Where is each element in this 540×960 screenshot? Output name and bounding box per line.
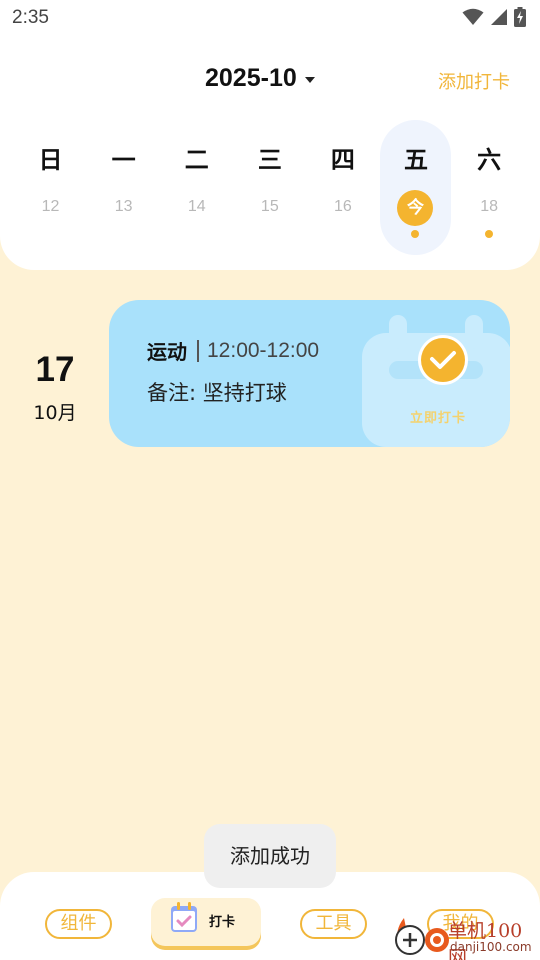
separator — [197, 339, 199, 362]
weekday-label: 三 — [257, 146, 282, 174]
day-number: 12 — [41, 198, 60, 215]
nav-checkin-label: 打卡 — [209, 915, 236, 930]
caret-down-icon — [304, 76, 315, 83]
weekday-label: 六 — [477, 146, 502, 174]
nav-widgets[interactable]: 组件 — [45, 909, 112, 939]
weekday-label: 日 — [38, 146, 63, 174]
watermark: 单机100网 danji100.com — [390, 912, 540, 960]
today-badge: 今 — [397, 190, 434, 226]
nav-checkin[interactable]: 打卡 — [151, 898, 261, 946]
weekday-label: 四 — [330, 146, 355, 174]
checkin-now-button[interactable]: 立即打卡 — [362, 313, 510, 447]
day-sat[interactable]: 六 18 — [453, 120, 526, 255]
event-type: 运动 — [147, 340, 187, 364]
status-bar: 2:35 — [0, 0, 540, 38]
event-title-row: 运动 12:00-12:00 — [147, 336, 319, 365]
day-number: 16 — [334, 198, 352, 215]
checkin-now-label: 立即打卡 — [410, 411, 467, 426]
selected-day: 17 — [35, 350, 75, 389]
status-icons — [462, 7, 526, 27]
month-selector[interactable]: 2025-10 — [205, 64, 315, 93]
status-time: 2:35 — [12, 7, 49, 28]
nav-tools[interactable]: 工具 — [300, 909, 367, 939]
event-time: 12:00-12:00 — [207, 338, 320, 362]
weekday-label: 一 — [111, 146, 136, 174]
day-thu[interactable]: 四 16 — [306, 120, 379, 255]
day-mon[interactable]: 一 13 — [87, 120, 160, 255]
weekday-label: 二 — [184, 146, 209, 174]
day-sun[interactable]: 日 12 — [14, 120, 87, 255]
event-dot — [484, 230, 493, 238]
battery-charging-icon — [514, 7, 526, 27]
weekday-label: 五 — [404, 146, 429, 174]
week-strip: 日 12 一 13 二 14 三 15 四 16 五 今 六 18 — [14, 120, 526, 255]
day-number: 18 — [480, 198, 498, 215]
day-number: 13 — [114, 198, 133, 215]
selected-month: 10月 — [33, 402, 77, 424]
watermark-logo-icon — [395, 918, 449, 955]
event-note: 备注: 坚持打球 — [147, 381, 287, 405]
add-checkin-button[interactable]: 添加打卡 — [438, 68, 510, 94]
calendar-icon — [171, 902, 197, 932]
event-dot — [411, 230, 420, 238]
calendar-check-icon — [362, 315, 510, 447]
day-fri-selected[interactable]: 五 今 — [379, 120, 452, 255]
wifi-icon — [462, 8, 484, 25]
month-label: 2025-10 — [205, 64, 297, 92]
selected-date: 17 10月 — [20, 350, 90, 425]
event-card[interactable]: 运动 12:00-12:00 备注: 坚持打球 立即打卡 — [109, 300, 510, 447]
toast-message: 添加成功 — [204, 824, 336, 888]
watermark-url: danji100.com — [450, 940, 532, 954]
day-number: 14 — [187, 198, 206, 215]
day-tue[interactable]: 二 14 — [160, 120, 233, 255]
day-number: 15 — [260, 198, 279, 215]
cell-signal-icon — [491, 9, 507, 25]
day-wed[interactable]: 三 15 — [233, 120, 306, 255]
